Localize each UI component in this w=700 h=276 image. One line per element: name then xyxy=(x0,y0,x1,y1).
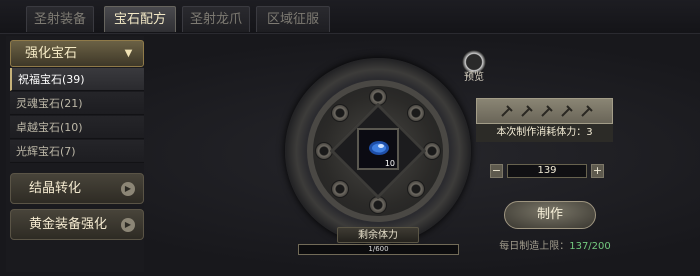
tab-gem-recipe[interactable]: 宝石配方 xyxy=(104,6,176,32)
crafting-disk: 10 xyxy=(285,58,471,244)
crystal-convert-button[interactable]: 结晶转化 ▶ xyxy=(10,173,144,204)
category-label: 强化宝石 xyxy=(25,46,78,61)
gem-item-soul[interactable]: 灵魂宝石(21) xyxy=(10,92,144,115)
crystal-convert-label: 结晶转化 xyxy=(29,181,82,196)
gold-enhance-label: 黄金装备强化 xyxy=(29,217,108,232)
hammer-icon xyxy=(561,105,573,117)
bolt-icon xyxy=(331,180,349,198)
increase-button[interactable]: + xyxy=(591,164,604,178)
material-strip xyxy=(476,98,613,124)
tab-equipment[interactable]: 圣射装备 xyxy=(26,6,94,32)
hammer-icon xyxy=(501,105,513,117)
play-arrow-icon: ▶ xyxy=(121,182,135,196)
slot-count: 10 xyxy=(384,159,395,168)
play-arrow-icon: ▶ xyxy=(121,218,135,232)
bolt-icon xyxy=(331,104,349,122)
stamina-label: 剩余体力 xyxy=(337,227,419,243)
daily-limit-label: 每日制造上限： xyxy=(499,241,570,252)
stamina-bar: 1/600 xyxy=(298,244,459,255)
gem-item-radiance[interactable]: 光辉宝石(7) xyxy=(10,140,144,163)
bolt-icon xyxy=(407,104,425,122)
tab-bar: 圣射装备 宝石配方 圣射龙爪 区域征服 xyxy=(0,0,700,34)
cost-text: 本次制作消耗体力：3 xyxy=(476,124,613,142)
gem-item-excellent[interactable]: 卓越宝石(10) xyxy=(10,116,144,139)
make-button[interactable]: 制作 xyxy=(504,201,596,229)
stamina-text: 1/600 xyxy=(368,245,389,253)
daily-limit: 每日制造上限：137/200 xyxy=(480,237,630,252)
gem-item-blessing[interactable]: 祝福宝石(39) xyxy=(10,68,144,91)
hammer-icon xyxy=(581,105,593,117)
quantity-stepper: − 139 + xyxy=(490,164,604,180)
gold-enhance-button[interactable]: 黄金装备强化 ▶ xyxy=(10,209,144,240)
hammer-icon xyxy=(541,105,553,117)
category-enhance-gem[interactable]: 强化宝石 ▼ xyxy=(10,40,144,67)
bolt-icon xyxy=(407,180,425,198)
tab-region-conquest[interactable]: 区域征服 xyxy=(256,6,330,32)
decrease-button[interactable]: − xyxy=(490,164,503,178)
hammer-icon xyxy=(521,105,533,117)
chevron-down-icon: ▼ xyxy=(124,48,133,59)
preview-label[interactable]: 预览 xyxy=(458,68,490,83)
quantity-input[interactable]: 139 xyxy=(507,164,587,178)
gem-slot[interactable]: 10 xyxy=(357,128,399,170)
daily-limit-value: 137/200 xyxy=(569,241,611,252)
blessing-jewel-icon xyxy=(369,141,389,155)
sidebar: 强化宝石 ▼ 祝福宝石(39) 灵魂宝石(21) 卓越宝石(10) 光辉宝石(7… xyxy=(6,36,144,272)
tab-dragon-claw[interactable]: 圣射龙爪 xyxy=(182,6,250,32)
